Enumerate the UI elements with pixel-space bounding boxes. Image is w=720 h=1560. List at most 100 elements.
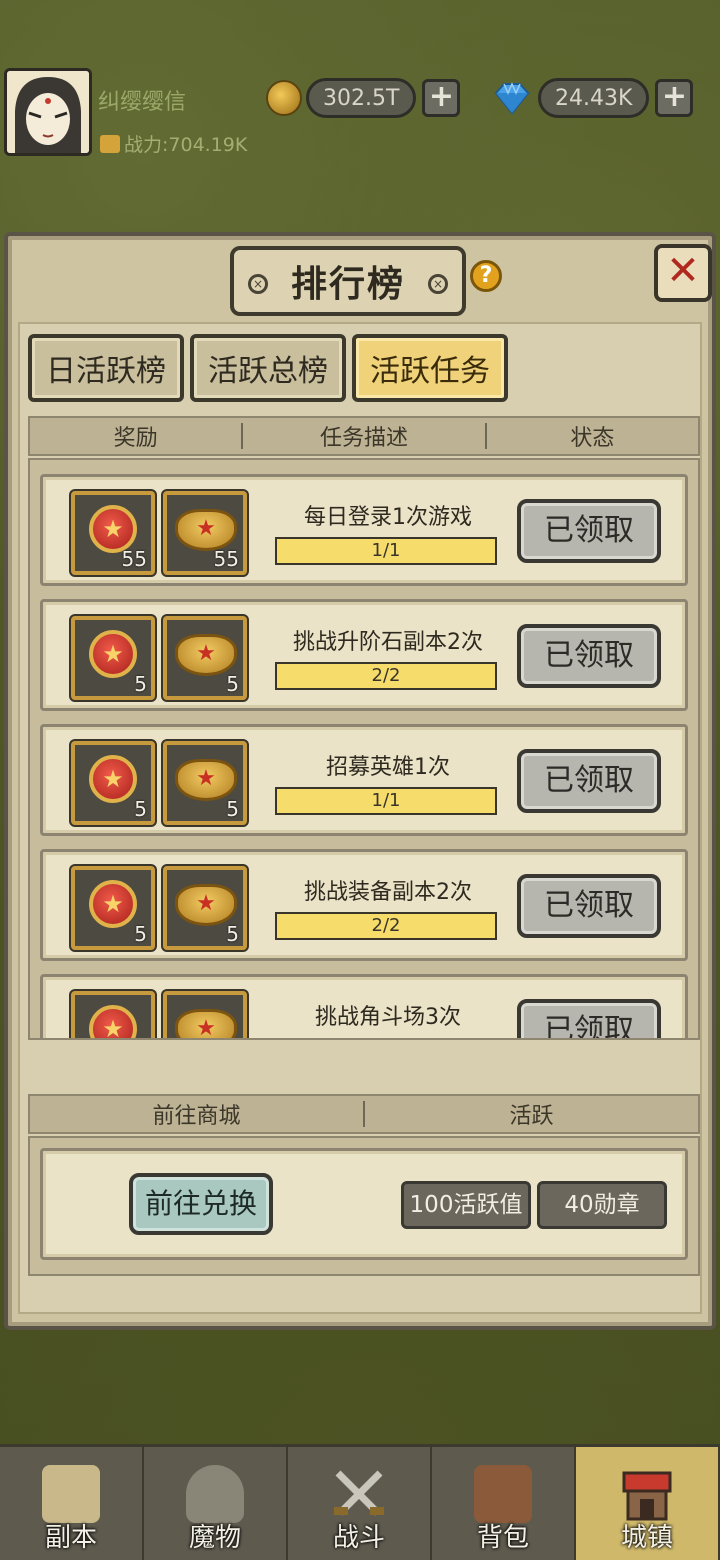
diamond-icon [494, 82, 530, 115]
task-progress-bar: 1/1 [275, 537, 497, 565]
add-diamond-button[interactable]: + [655, 79, 694, 117]
reward-slot-medal[interactable]: ★ 55 [71, 491, 155, 575]
reward-slot-medal[interactable]: ★ 5 [71, 616, 155, 700]
help-icon[interactable]: ? [470, 260, 502, 292]
reward-slot-medal[interactable]: ★ [71, 991, 155, 1038]
exchange-panel: 前往兑换 100活跃值 40勋章 [28, 1136, 700, 1276]
task-description: 每日登录1次游戏 [304, 505, 472, 530]
column-go-to-shop: 前往商城 [152, 1104, 241, 1129]
exchange-card: 前往兑换 100活跃值 40勋章 [40, 1148, 688, 1260]
reward-slot-badge[interactable]: ★ [163, 991, 247, 1038]
reward-slot-badge[interactable]: ★ 5 [163, 741, 247, 825]
nav-label: 城镇 [620, 1523, 673, 1553]
reward-slot-badge[interactable]: ★ 55 [163, 491, 247, 575]
reward-count: 5 [134, 672, 147, 696]
nav-item-backpack[interactable]: 背包 [432, 1444, 576, 1560]
reward-count: 55 [213, 547, 239, 571]
reward-count: 55 [121, 547, 147, 571]
task-description: 招募英雄1次 [326, 755, 450, 780]
tab-daily-activity[interactable]: 日活跃榜 [28, 334, 184, 402]
task-description: 挑战升阶石副本2次 [293, 630, 483, 655]
map-scroll-icon [42, 1465, 100, 1523]
claimed-status-button[interactable]: 已领取 [517, 499, 661, 563]
reward-slot-badge[interactable]: ★ 5 [163, 866, 247, 950]
winged-badge-icon: ★ [175, 884, 237, 926]
nav-item-monsters[interactable]: 魔物 [144, 1444, 288, 1560]
reward-count: 5 [134, 797, 147, 821]
add-gold-button[interactable]: + [422, 79, 461, 117]
shop-column-header: 前往商城 活跃 [28, 1094, 700, 1134]
modal-title-plate: × 排行榜 × [230, 246, 466, 316]
diamond-amount: 24.43K [538, 78, 650, 118]
column-reward: 奖励 [113, 426, 158, 451]
close-button[interactable]: ✕ [654, 244, 712, 302]
claimed-status-button[interactable]: 已领取 [517, 624, 661, 688]
red-star-medal-icon: ★ [89, 630, 137, 678]
reward-slot-medal[interactable]: ★ 5 [71, 866, 155, 950]
nav-item-town[interactable]: 城镇 [576, 1444, 720, 1560]
reward-count: 5 [134, 922, 147, 946]
task-description: 挑战装备副本2次 [304, 880, 472, 905]
reward-count: 5 [226, 672, 239, 696]
winged-badge-icon: ★ [175, 1009, 237, 1038]
activity-value: 100活跃值 [401, 1181, 531, 1229]
title-ornament-left-icon: × [248, 274, 268, 294]
power-icon [100, 134, 120, 153]
red-star-medal-icon: ★ [89, 505, 137, 553]
tab-bar: 日活跃榜 活跃总榜 活跃任务 [28, 334, 508, 402]
nav-label: 战斗 [332, 1523, 385, 1553]
red-star-medal-icon: ★ [89, 880, 137, 928]
reward-slot-badge[interactable]: ★ 5 [163, 616, 247, 700]
reward-count: 5 [226, 797, 239, 821]
helmet-icon [186, 1465, 244, 1523]
gold-coin-icon [266, 80, 302, 116]
nav-label: 副本 [44, 1523, 97, 1553]
town-building-icon [622, 1471, 672, 1521]
tab-activity-tasks[interactable]: 活跃任务 [352, 334, 508, 402]
modal-title: 排行榜 [290, 264, 405, 305]
column-activity: 活跃 [509, 1104, 554, 1129]
power-value: 战力:704.19K [124, 134, 248, 156]
task-progress-bar: 2/2 [275, 912, 497, 940]
task-row: ★ 5 ★ 5 招募英雄1次 1/1 已领取 [40, 724, 688, 836]
winged-badge-icon: ★ [175, 509, 237, 551]
task-description: 挑战角斗场3次 [315, 1005, 461, 1030]
task-list[interactable]: ★ 55 ★ 55 每日登录1次游戏 1/1 已领取 ★ 5 ★ 5 挑战升阶石… [28, 458, 700, 1040]
task-row: ★ 55 ★ 55 每日登录1次游戏 1/1 已领取 [40, 474, 688, 586]
go-exchange-button[interactable]: 前往兑换 [129, 1173, 273, 1235]
task-column-header: 奖励 任务描述 状态 [28, 416, 700, 456]
task-row: ★ 5 ★ 5 挑战装备副本2次 2/2 已领取 [40, 849, 688, 961]
reward-count: 5 [226, 922, 239, 946]
claimed-status-button[interactable]: 已领取 [517, 999, 661, 1038]
power-display: 战力:704.19K [100, 130, 247, 157]
nav-label: 魔物 [188, 1523, 241, 1553]
red-star-medal-icon: ★ [89, 755, 137, 803]
backpack-icon [474, 1465, 532, 1523]
medal-count: 40勋章 [537, 1181, 667, 1229]
top-bar: 纠缨缨信 战力:704.19K 302.5T + 24.43K + [0, 66, 720, 166]
task-progress-bar: 2/2 [275, 662, 497, 690]
bottom-navigation: 副本 魔物 战斗 背包 城镇 [0, 1444, 720, 1560]
claimed-status-button[interactable]: 已领取 [517, 874, 661, 938]
column-status: 状态 [570, 426, 615, 451]
column-description: 任务描述 [319, 426, 408, 451]
player-avatar[interactable] [4, 68, 92, 156]
nav-item-battle[interactable]: 战斗 [288, 1444, 432, 1560]
reward-slot-medal[interactable]: ★ 5 [71, 741, 155, 825]
avatar-face-icon [7, 71, 89, 153]
tab-total-activity[interactable]: 活跃总榜 [190, 334, 346, 402]
nav-item-dungeon[interactable]: 副本 [0, 1444, 144, 1560]
gold-amount: 302.5T [306, 78, 417, 118]
task-row: ★ ★ 挑战角斗场3次 已领取 [40, 974, 688, 1038]
diamond-currency: 24.43K + [492, 76, 694, 120]
claimed-status-button[interactable]: 已领取 [517, 749, 661, 813]
leaderboard-modal: × 排行榜 × ? ✕ 日活跃榜 活跃总榜 活跃任务 奖励 任务描述 状态 ★ … [4, 232, 716, 1330]
task-row: ★ 5 ★ 5 挑战升阶石副本2次 2/2 已领取 [40, 599, 688, 711]
title-ornament-right-icon: × [428, 274, 448, 294]
crossed-swords-icon [334, 1470, 384, 1516]
nav-label: 背包 [476, 1523, 529, 1553]
winged-badge-icon: ★ [175, 759, 237, 801]
winged-badge-icon: ★ [175, 634, 237, 676]
task-progress-bar: 1/1 [275, 787, 497, 815]
gold-currency: 302.5T + [266, 76, 461, 120]
